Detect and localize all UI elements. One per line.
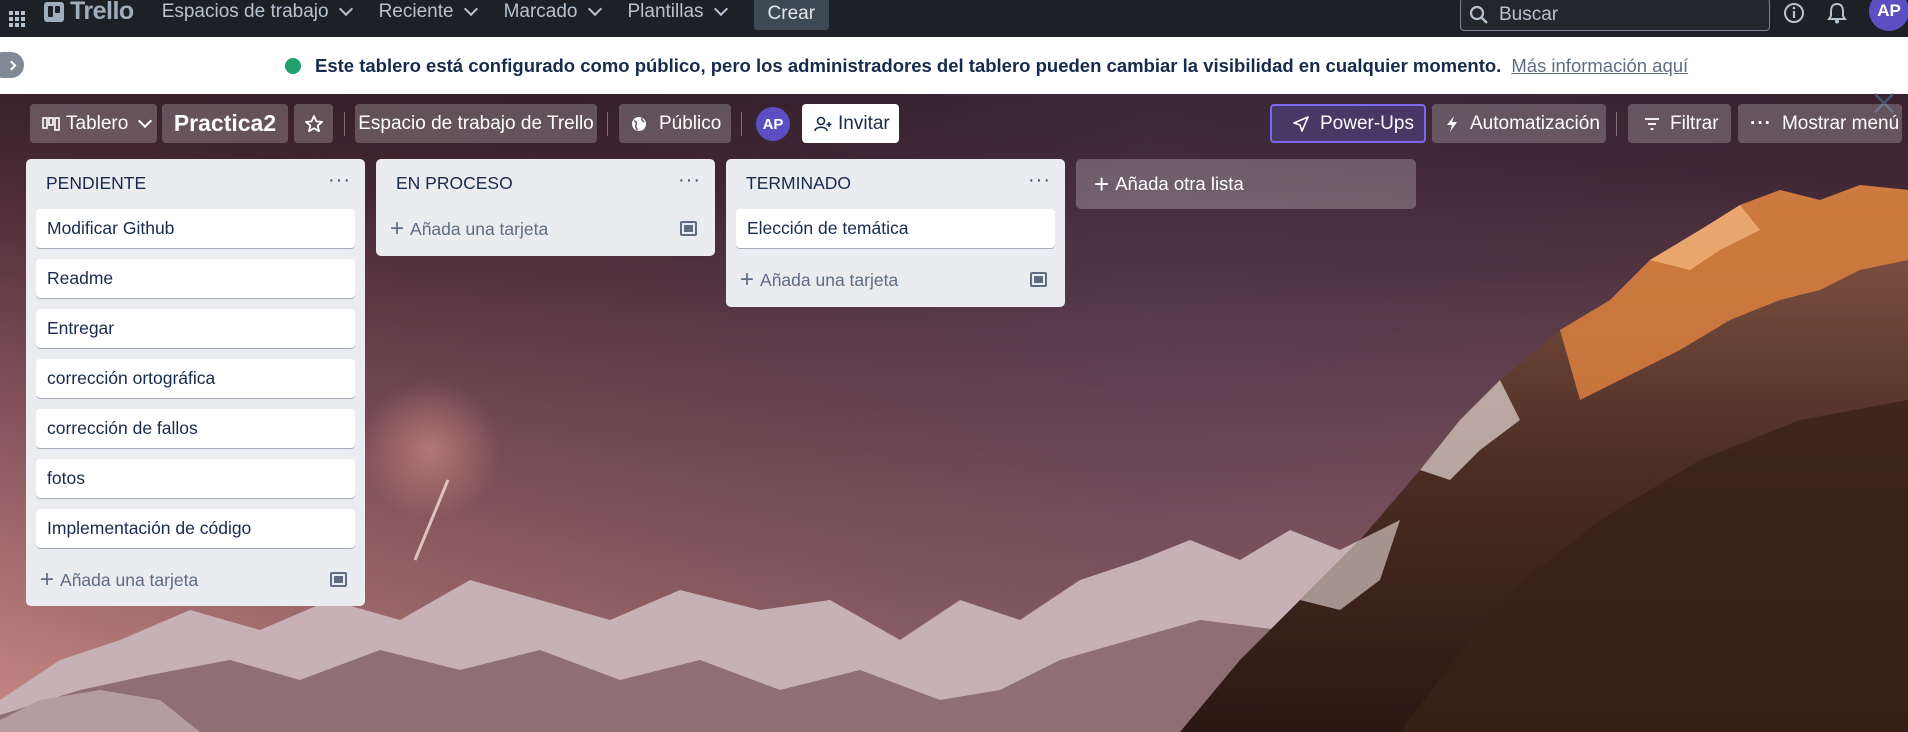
menu-templates-label: Plantillas — [627, 0, 704, 22]
star-icon — [304, 114, 323, 132]
list-terminado: TERMINADO ··· Elección de temática + Aña… — [726, 159, 1065, 307]
visibility-label: Público — [659, 112, 722, 134]
header-divider — [607, 112, 608, 136]
notifications-bell-icon[interactable] — [1826, 1, 1848, 25]
list-pendiente: PENDIENTE ··· Modificar Github Readme En… — [26, 159, 365, 606]
menu-workspaces[interactable]: Espacios de trabajo — [148, 0, 365, 30]
chevron-down-icon — [138, 113, 153, 128]
search-placeholder: Buscar — [1499, 3, 1559, 25]
header-divider — [344, 112, 345, 136]
header-divider — [1616, 112, 1617, 136]
add-person-icon — [814, 116, 832, 131]
invite-button[interactable]: Invitar — [802, 104, 899, 143]
chevron-down-icon — [587, 1, 602, 16]
add-card-label: Añada una tarjeta — [60, 569, 199, 590]
show-menu-label: Mostrar menú — [1781, 112, 1900, 134]
info-icon[interactable] — [1782, 1, 1806, 25]
add-card-button[interactable]: + Añada una tarjeta — [740, 262, 898, 298]
top-icons — [1782, 0, 1848, 26]
card-template-icon[interactable] — [330, 572, 347, 587]
menu-starred[interactable]: Marcado — [490, 0, 614, 30]
chevron-right-icon — [6, 60, 17, 70]
top-navigation: Trello Espacios de trabajo Reciente Marc… — [0, 0, 1908, 37]
create-button[interactable]: Crear — [753, 0, 830, 30]
app-switcher-icon[interactable] — [0, 0, 34, 37]
automation-label: Automatización — [1470, 112, 1600, 134]
powerups-label: Power-Ups — [1320, 112, 1414, 134]
list-title[interactable]: EN PROCESO — [396, 173, 513, 194]
list-en-proceso: EN PROCESO ··· + Añada una tarjeta — [376, 159, 715, 256]
board-header: Tablero Practica2 Espacio de trabajo de … — [0, 94, 1908, 154]
workspace-button[interactable]: Espacio de trabajo de Trello — [355, 104, 597, 143]
show-menu-button[interactable]: ··· Mostrar menú — [1738, 104, 1902, 143]
card-template-icon[interactable] — [1030, 272, 1047, 287]
lightning-icon — [1447, 115, 1457, 132]
visibility-button[interactable]: Público — [619, 104, 731, 143]
trello-logo-icon — [44, 1, 64, 22]
search-input[interactable]: Buscar — [1460, 0, 1770, 31]
member-avatar[interactable]: AP — [756, 107, 790, 141]
automation-button[interactable]: Automatización — [1432, 104, 1606, 143]
banner-message: Este tablero está configurado como públi… — [315, 54, 1502, 76]
card[interactable]: Readme — [36, 259, 355, 298]
card-template-icon[interactable] — [680, 221, 697, 236]
header-divider — [741, 112, 742, 136]
plus-icon: + — [740, 266, 755, 293]
invite-label: Invitar — [838, 112, 890, 134]
visibility-banner: Este tablero está configurado como públi… — [0, 37, 1908, 113]
menu-templates[interactable]: Plantillas — [614, 0, 740, 30]
plus-icon: + — [390, 215, 405, 242]
board-title[interactable]: Practica2 — [162, 104, 288, 143]
menu-recent[interactable]: Reciente — [365, 0, 490, 30]
add-list-label: Añada otra lista — [1115, 173, 1244, 194]
banner-message-row: Este tablero está configurado como públi… — [285, 37, 1688, 94]
public-globe-icon — [285, 57, 301, 74]
chevron-down-icon — [338, 1, 353, 16]
chevron-down-icon — [713, 1, 728, 16]
plus-icon: + — [40, 566, 55, 593]
card[interactable]: Implementación de código — [36, 509, 355, 548]
filter-icon — [1645, 117, 1659, 130]
menu-workspaces-label: Espacios de trabajo — [161, 0, 329, 22]
card[interactable]: corrección de fallos — [36, 409, 355, 448]
star-board-button[interactable] — [294, 104, 333, 143]
add-card-button[interactable]: + Añada una tarjeta — [390, 211, 548, 247]
list-menu-icon[interactable]: ··· — [328, 169, 351, 192]
plus-icon: + — [1094, 169, 1110, 199]
view-switcher-button[interactable]: Tablero — [30, 104, 157, 143]
trello-logo-text: Trello — [70, 0, 134, 25]
add-list-button[interactable]: + Añada otra lista — [1076, 159, 1416, 209]
powerups-button[interactable]: Power-Ups — [1270, 104, 1426, 143]
trello-logo[interactable]: Trello — [44, 0, 134, 26]
filter-label: Filtrar — [1670, 112, 1719, 134]
board-view-icon — [42, 116, 60, 131]
list-menu-icon[interactable]: ··· — [1028, 169, 1051, 192]
filter-button[interactable]: Filtrar — [1628, 104, 1731, 143]
card[interactable]: fotos — [36, 459, 355, 498]
list-title[interactable]: TERMINADO — [746, 173, 851, 194]
card[interactable]: Entregar — [36, 309, 355, 348]
add-card-button[interactable]: + Añada una tarjeta — [40, 562, 198, 598]
banner-more-info-link[interactable]: Más información aquí — [1511, 55, 1688, 77]
add-card-label: Añada una tarjeta — [760, 269, 899, 290]
search-icon — [1469, 5, 1488, 24]
rocket-icon — [1293, 115, 1309, 132]
add-card-label: Añada una tarjeta — [410, 218, 549, 239]
chevron-down-icon — [463, 1, 478, 16]
card[interactable]: Modificar Github — [36, 209, 355, 248]
list-title[interactable]: PENDIENTE — [46, 173, 146, 194]
ellipsis-icon: ··· — [1750, 112, 1772, 134]
view-switcher-label: Tablero — [66, 112, 129, 134]
list-menu-icon[interactable]: ··· — [678, 169, 701, 192]
menu-recent-label: Reciente — [378, 0, 454, 22]
card[interactable]: corrección ortográfica — [36, 359, 355, 398]
globe-icon — [632, 116, 646, 131]
card[interactable]: Elección de temática — [736, 209, 1055, 248]
menu-starred-label: Marcado — [503, 0, 578, 22]
user-avatar[interactable]: AP — [1869, 0, 1908, 31]
